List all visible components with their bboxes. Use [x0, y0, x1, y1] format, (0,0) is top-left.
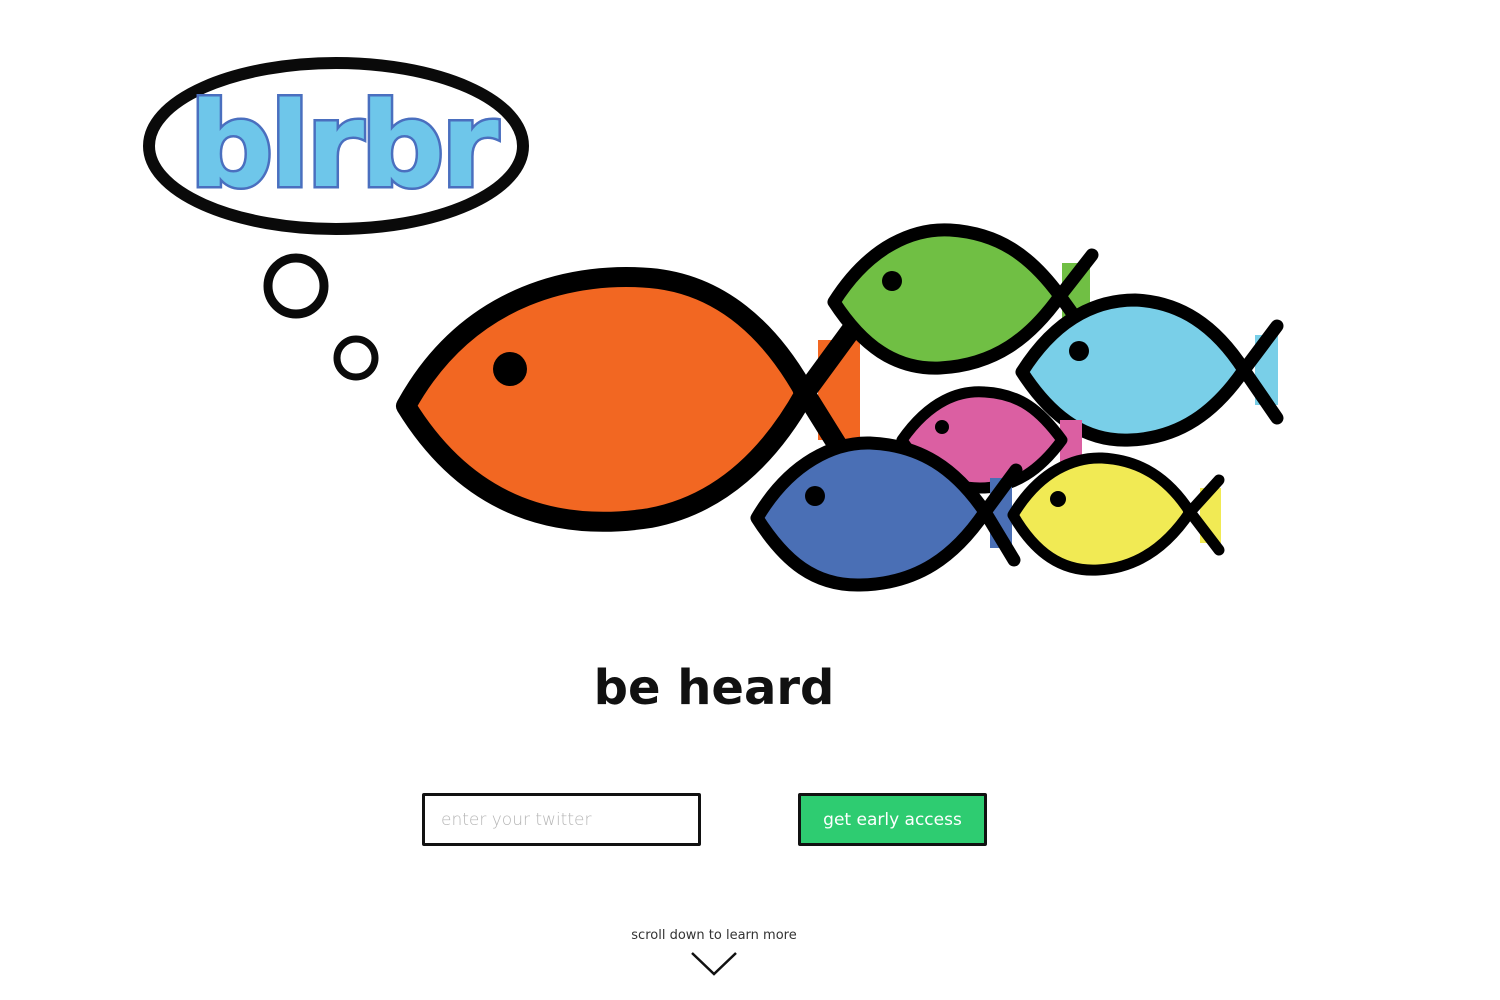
hero-illustration: blrbr	[143, 57, 1284, 592]
thought-dot-small	[333, 335, 379, 381]
brand-logo: blrbr	[189, 76, 499, 214]
yellow-fish	[1007, 452, 1225, 576]
tagline: be heard	[593, 660, 835, 716]
thought-dot-large	[263, 253, 329, 319]
light-blue-fish	[1015, 293, 1284, 447]
landing-page: blrbr be heard enter your twitter get ea…	[0, 0, 1500, 1000]
twitter-handle-input[interactable]	[422, 793, 701, 846]
get-early-access-button[interactable]: get early access	[798, 793, 987, 846]
scroll-hint: scroll down to learn more	[631, 928, 797, 943]
chevron-down-icon[interactable]	[690, 950, 738, 978]
